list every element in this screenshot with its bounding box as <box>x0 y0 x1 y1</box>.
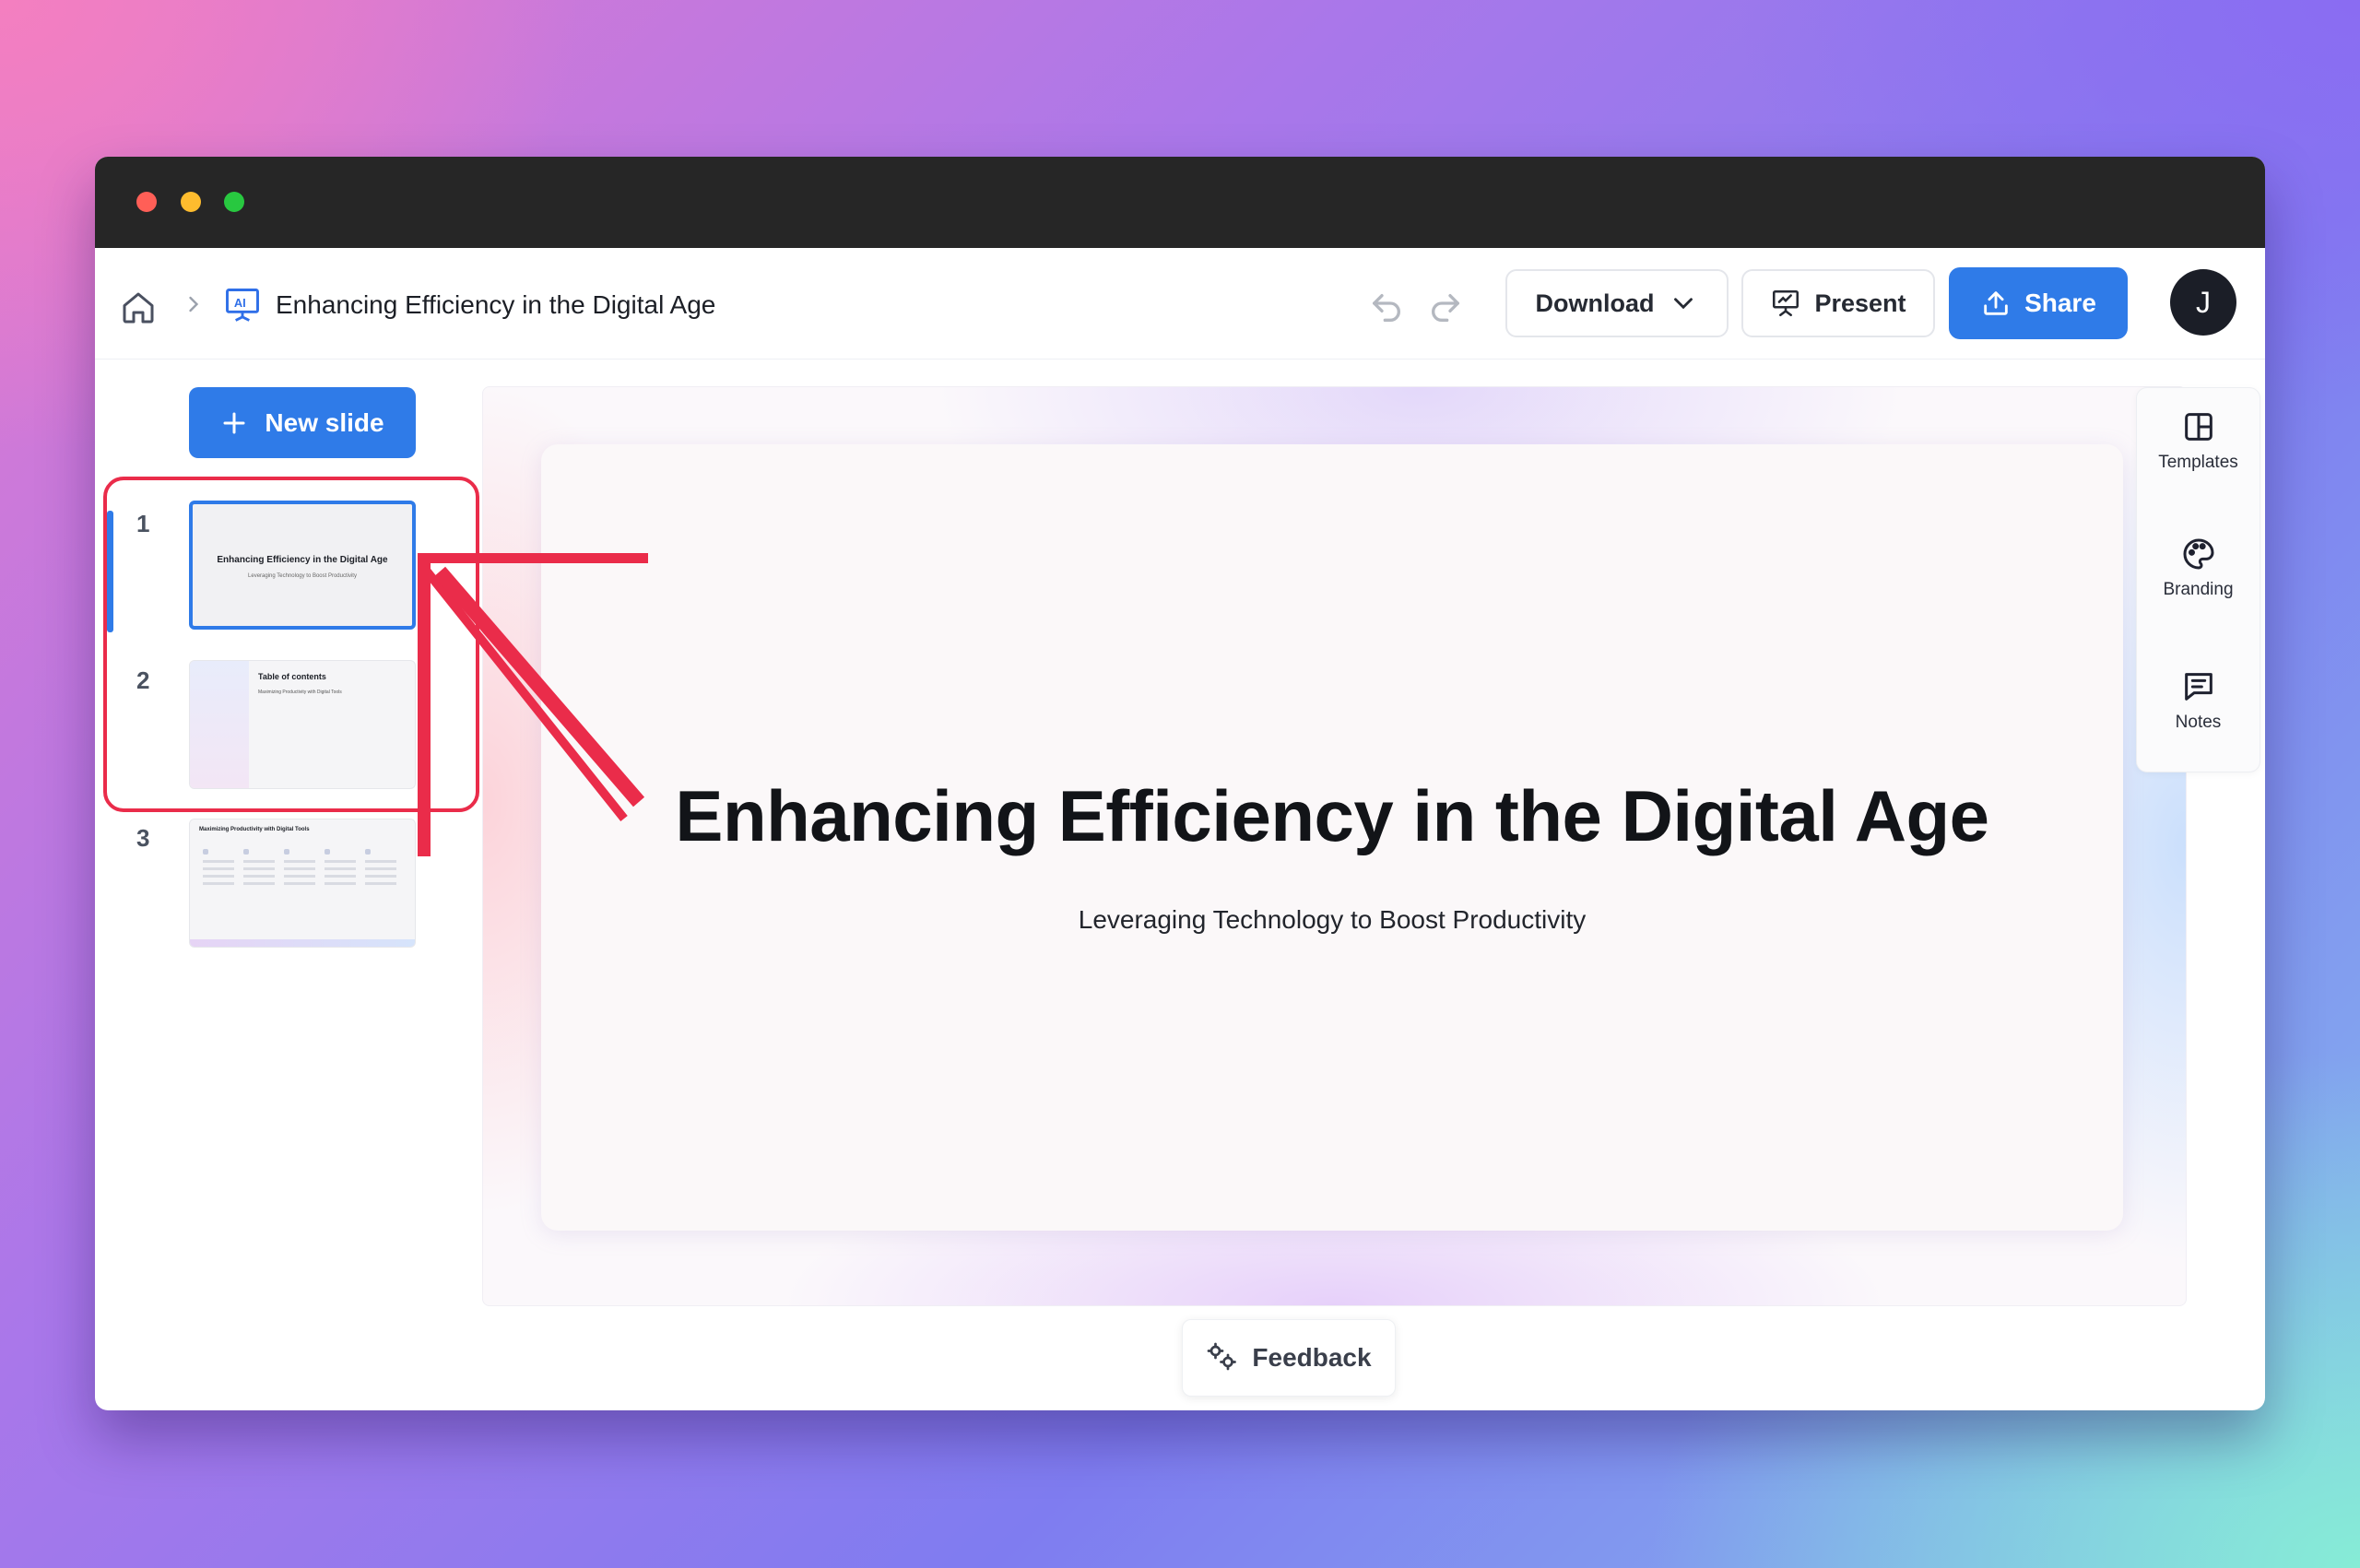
slide-subtitle[interactable]: Leveraging Technology to Boost Productiv… <box>541 905 2123 935</box>
templates-icon <box>2184 413 2212 441</box>
thumbnail-footer <box>190 939 415 947</box>
thumbnail-title: Maximizing Productivity with Digital Too… <box>199 827 310 832</box>
new-slide-button[interactable]: New slide <box>189 387 416 458</box>
thumbnail-column <box>284 849 315 904</box>
thumbnail-column <box>203 849 234 904</box>
share-label: Share <box>2024 289 2096 317</box>
share-button[interactable]: Share <box>1949 267 2128 339</box>
download-button[interactable]: Download <box>1505 269 1729 337</box>
feedback-icon <box>1208 1342 1237 1371</box>
slide-title[interactable]: Enhancing Efficiency in the Digital Age <box>541 774 2123 858</box>
maximize-window-button[interactable] <box>224 192 244 212</box>
presentation-icon <box>1773 289 1800 317</box>
download-label: Download <box>1535 289 1655 317</box>
document-title[interactable]: Enhancing Efficiency in the Digital Age <box>276 287 715 324</box>
thumbnail-column <box>365 849 396 904</box>
window-titlebar <box>95 157 2265 248</box>
home-icon[interactable] <box>120 289 157 326</box>
close-window-button[interactable] <box>136 192 157 212</box>
user-avatar[interactable]: J <box>2170 269 2236 336</box>
present-label: Present <box>1814 289 1906 317</box>
chevron-right-icon <box>189 296 199 312</box>
thumbnail-column <box>324 849 356 904</box>
upload-icon <box>1984 291 2008 315</box>
feedback-button[interactable]: Feedback <box>1182 1319 1396 1397</box>
redo-icon[interactable] <box>1426 289 1465 326</box>
notes-icon <box>2184 673 2212 701</box>
notes-button[interactable]: Notes <box>2137 648 2260 768</box>
feedback-label: Feedback <box>1252 1343 1372 1372</box>
present-button[interactable]: Present <box>1741 269 1935 337</box>
notes-label: Notes <box>2175 713 2222 732</box>
slide-editor[interactable]: Enhancing Efficiency in the Digital Age … <box>541 444 2123 1231</box>
app-window: AI Enhancing Efficiency in the Digital A… <box>95 157 2265 1410</box>
top-toolbar: AI Enhancing Efficiency in the Digital A… <box>95 248 2265 360</box>
templates-button[interactable]: Templates <box>2137 388 2260 508</box>
annotation-arrow <box>418 553 648 856</box>
svg-text:AI: AI <box>234 296 246 310</box>
ai-presentation-icon: AI <box>226 289 259 322</box>
palette-icon <box>2183 538 2214 570</box>
right-tool-rail: Templates Branding Notes <box>2136 387 2260 772</box>
chevron-down-icon <box>1673 298 1693 310</box>
plus-icon <box>223 412 245 433</box>
templates-label: Templates <box>2158 453 2238 472</box>
undo-icon[interactable] <box>1367 289 1406 326</box>
minimize-window-button[interactable] <box>181 192 201 212</box>
slide-number: 3 <box>136 824 150 852</box>
branding-label: Branding <box>2163 580 2234 599</box>
new-slide-label: New slide <box>265 407 384 437</box>
slide-thumbnail-3[interactable]: Maximizing Productivity with Digital Too… <box>189 819 416 948</box>
thumbnail-column <box>243 849 275 904</box>
branding-button[interactable]: Branding <box>2137 515 2260 635</box>
